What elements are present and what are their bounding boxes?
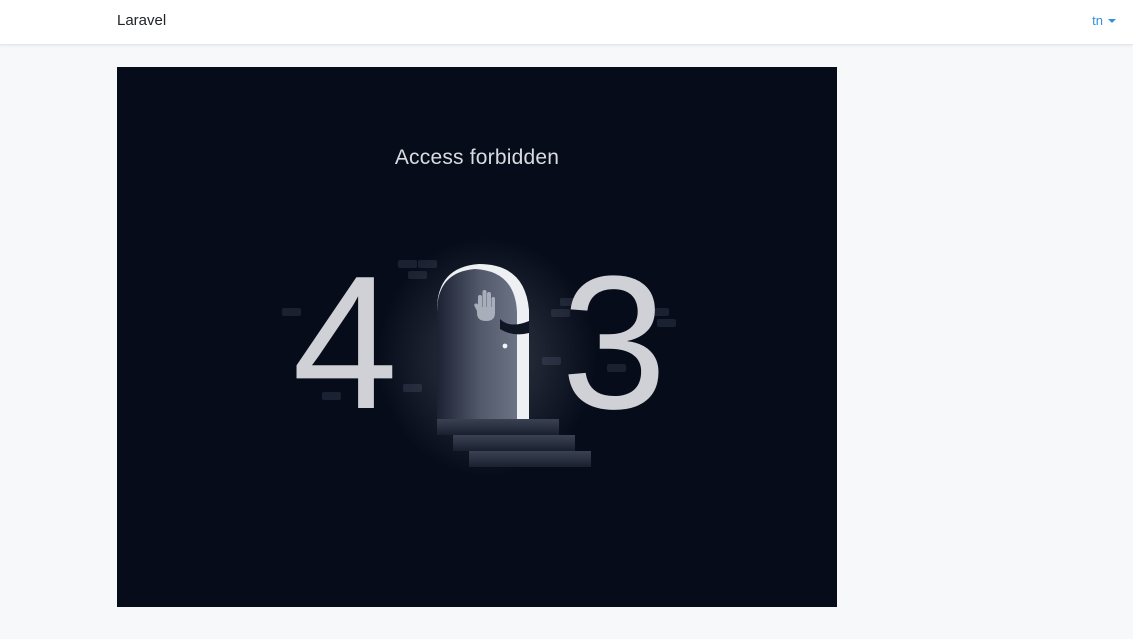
- language-dropdown[interactable]: tn: [1092, 13, 1116, 28]
- error-digit-3: 3: [561, 237, 667, 449]
- locked-door-hand-icon: [437, 264, 529, 419]
- error-403-illustration: 4 3: [282, 237, 676, 477]
- error-panel: Access forbidden 4 3: [117, 67, 837, 607]
- brand-link[interactable]: Laravel: [117, 12, 166, 29]
- language-label: tn: [1092, 13, 1103, 28]
- top-navbar: Laravel tn: [0, 0, 1133, 45]
- caret-down-icon: [1108, 19, 1116, 23]
- error-digit-4: 4: [292, 237, 398, 449]
